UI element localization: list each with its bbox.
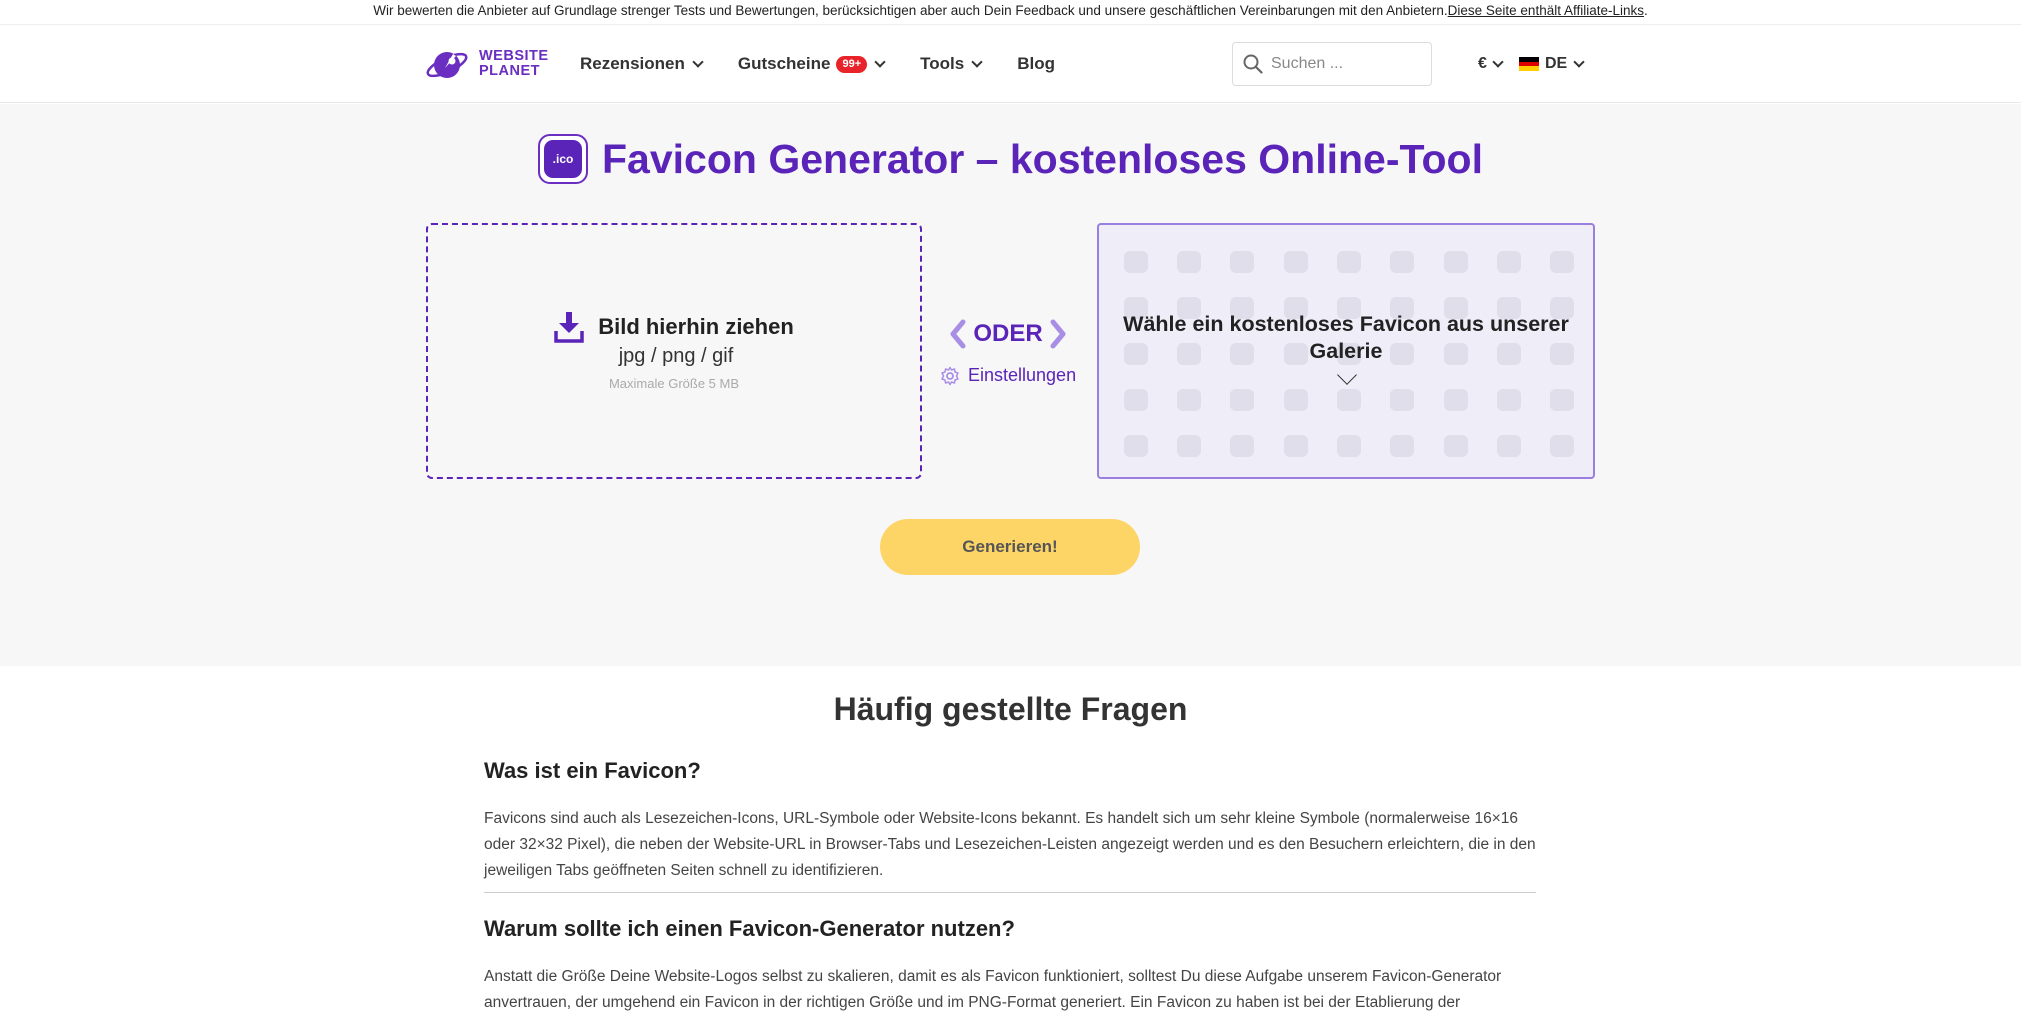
- gallery-prompt: Wähle ein kostenloses Favicon aus unsere…: [1123, 312, 1569, 363]
- gallery-icon: [1176, 435, 1201, 457]
- nav-blog[interactable]: Blog: [1017, 54, 1055, 74]
- gallery-icon: [1496, 389, 1521, 411]
- gallery-icon: [1230, 389, 1255, 411]
- gallery-icon: [1283, 435, 1308, 457]
- faq-section: Häufig gestellte Fragen Was ist ein Favi…: [0, 666, 2021, 1013]
- gear-icon: [941, 366, 959, 385]
- gallery-icon: [1336, 435, 1361, 457]
- currency-selector[interactable]: €: [1478, 25, 1504, 103]
- planet-logo-icon: [426, 52, 468, 78]
- chevron-down-icon: [971, 55, 983, 68]
- download-icon: [554, 312, 584, 343]
- gallery-icon: [1283, 251, 1308, 273]
- image-dropzone[interactable]: Bild hierhin ziehen jpg / png / gif Maxi…: [426, 223, 922, 479]
- faq-question: Warum sollte ich einen Favicon-Generator…: [484, 916, 1015, 941]
- search-icon: [1243, 54, 1263, 74]
- logo-line-planet: PLANET: [479, 63, 540, 79]
- nav-tools[interactable]: Tools: [920, 54, 983, 74]
- faq-answer: Favicons sind auch als Lesezeichen-Icons…: [484, 810, 1536, 879]
- language-selector[interactable]: DE: [1519, 25, 1585, 103]
- gallery-icon: [1283, 389, 1308, 411]
- gallery-icon: [1176, 389, 1201, 411]
- nav-coupons-label: Gutscheine: [737, 54, 831, 73]
- nav-blog-label: Blog: [1017, 54, 1055, 73]
- german-flag-icon: [1519, 57, 1539, 72]
- or-separator: ODER: [948, 319, 1068, 349]
- page-title-row: .ico Favicon Generator – kostenloses Onl…: [0, 134, 2021, 184]
- disclaimer-period: .: [1644, 3, 1648, 18]
- nav-coupons[interactable]: Gutscheine 99+: [737, 54, 886, 74]
- website-planet-logo[interactable]: WEBSITE PLANET: [425, 43, 555, 85]
- affiliate-disclaimer: Wir bewerten die Anbieter auf Grundlage …: [0, 0, 2021, 25]
- chevron-left-icon: [950, 319, 966, 349]
- search-input[interactable]: [1271, 55, 1421, 73]
- gallery-icon: [1443, 251, 1468, 273]
- chevron-right-icon: [1050, 319, 1066, 349]
- favicon-generator-tool: .ico Favicon Generator – kostenloses Onl…: [0, 104, 2021, 666]
- gallery-icon: [1390, 251, 1415, 273]
- site-header: WEBSITE PLANET Rezensionen Gutscheine 99…: [0, 25, 2021, 103]
- ico-label: .ico: [544, 140, 583, 178]
- logo-wordmark: WEBSITE PLANET: [479, 49, 549, 79]
- dropzone-title: Bild hierhin ziehen: [598, 314, 794, 339]
- affiliate-links-link[interactable]: Diese Seite enthält Affiliate-Links: [1448, 3, 1644, 18]
- gallery-icon: [1390, 389, 1415, 411]
- nav-reviews-label: Rezensionen: [580, 54, 685, 73]
- generate-button[interactable]: Generieren!: [880, 519, 1140, 575]
- faq-title: Häufig gestellte Fragen: [833, 691, 1188, 727]
- search-box[interactable]: [1232, 42, 1432, 86]
- gallery-icon: [1496, 435, 1521, 457]
- dropzone-max-size: Maximale Größe 5 MB: [608, 376, 740, 391]
- gallery-icon: [1443, 389, 1468, 411]
- or-label: ODER: [973, 320, 1043, 347]
- main-nav: Rezensionen Gutscheine 99+ Tools Blog: [580, 25, 1091, 103]
- gallery-icon: [1176, 251, 1201, 273]
- gallery-icon: [1390, 435, 1415, 457]
- dropzone-title-row: Bild hierhin ziehen: [554, 311, 794, 343]
- gallery-icon: [1123, 389, 1148, 411]
- gallery-icon: [1550, 389, 1575, 411]
- currency-label: €: [1478, 55, 1487, 72]
- gallery-icon: [1443, 435, 1468, 457]
- logo-line-website: WEBSITE: [479, 48, 549, 64]
- gallery-icon: [1550, 435, 1575, 457]
- nav-reviews[interactable]: Rezensionen: [580, 54, 704, 74]
- faq-answer: Anstatt die Größe Deine Website-Logos se…: [484, 968, 1502, 1011]
- settings-link[interactable]: Einstellungen: [940, 365, 1076, 386]
- gallery-icon: [1496, 251, 1521, 273]
- favicon-gallery-picker[interactable]: Wähle ein kostenloses Favicon aus unsere…: [1097, 223, 1595, 479]
- gallery-icon: [1123, 251, 1148, 273]
- nav-tools-label: Tools: [920, 54, 965, 73]
- dropzone-content: Bild hierhin ziehen jpg / png / gif Maxi…: [428, 311, 920, 391]
- faq-question: Was ist ein Favicon?: [484, 758, 701, 783]
- coupons-count-badge: 99+: [836, 55, 868, 73]
- gallery-icon: [1336, 389, 1361, 411]
- settings-label: Einstellungen: [968, 365, 1077, 385]
- ico-file-icon: .ico: [538, 134, 589, 184]
- chevron-down-icon: [1573, 55, 1585, 68]
- gallery-icon: [1336, 251, 1361, 273]
- faq-divider: [484, 892, 1536, 893]
- disclaimer-text: Wir bewerten die Anbieter auf Grundlage …: [373, 3, 1448, 18]
- chevron-down-icon: [692, 55, 704, 68]
- page-title: Favicon Generator – kostenloses Online-T…: [602, 135, 1483, 182]
- gallery-icon: [1230, 435, 1255, 457]
- gallery-icon: [1230, 251, 1255, 273]
- gallery-icon: [1550, 251, 1575, 273]
- gallery-icon: [1123, 435, 1148, 457]
- dropzone-formats: jpg / png / gif: [618, 345, 734, 367]
- chevron-down-icon: [1492, 55, 1504, 68]
- language-label: DE: [1545, 55, 1568, 72]
- chevron-down-icon: [874, 55, 886, 68]
